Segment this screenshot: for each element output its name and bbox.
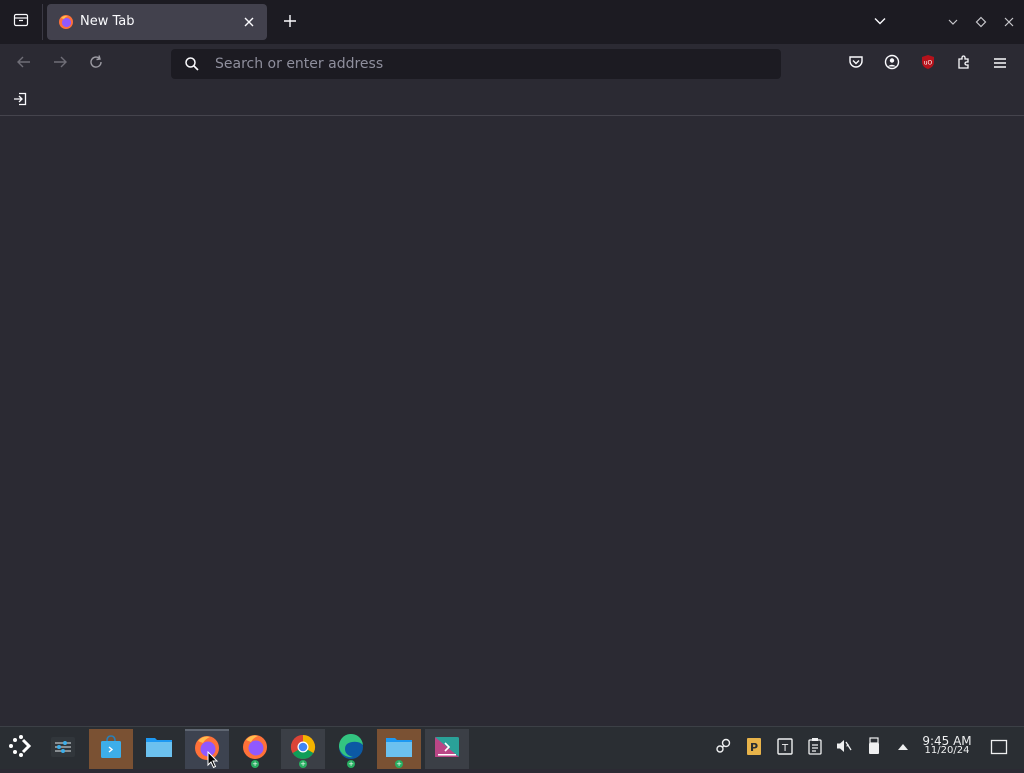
task-microsoft-edge[interactable]: + [329, 729, 373, 769]
task-system-settings[interactable] [41, 729, 85, 769]
application-launcher[interactable] [6, 734, 34, 762]
svg-text:P: P [750, 741, 758, 754]
task-discover[interactable] [89, 729, 133, 769]
tray-clipboard-p-icon[interactable]: P [744, 738, 764, 758]
chevron-up-icon [896, 739, 910, 758]
plus-icon [283, 13, 297, 32]
screenshot-tool-icon [433, 734, 461, 764]
forward-button[interactable] [48, 52, 72, 76]
task-plasma-app[interactable] [425, 729, 469, 769]
clipboard-p-icon: P [745, 736, 763, 760]
app-menu-button[interactable] [989, 53, 1011, 75]
tab-separator [42, 4, 43, 40]
maximize-icon [975, 13, 987, 32]
ublock-origin-button[interactable]: uO [917, 53, 939, 75]
arrow-left-icon [16, 54, 32, 74]
volume-muted-icon [835, 737, 853, 759]
firefox-view-button[interactable] [0, 0, 42, 44]
steam-icon [714, 737, 732, 759]
usb-drive-icon [867, 737, 881, 759]
running-indicator: + [251, 760, 259, 768]
ublock-origin-icon: uO [920, 54, 936, 74]
svg-text:T: T [781, 743, 789, 754]
folder-icon [145, 734, 173, 764]
bookmarks-toolbar [0, 84, 1024, 116]
tray-clipboard[interactable] [805, 738, 825, 758]
import-bookmarks-button[interactable] [10, 90, 30, 110]
navigation-toolbar: uO [0, 44, 1024, 84]
close-window-button[interactable] [999, 12, 1019, 32]
running-indicator: + [347, 760, 355, 768]
task-firefox-active[interactable] [185, 729, 229, 769]
page-content [0, 116, 1024, 726]
task-dolphin-2[interactable]: + [377, 729, 421, 769]
address-bar[interactable] [171, 49, 781, 79]
chevron-down-icon [873, 13, 887, 32]
desktop-icon [990, 739, 1008, 759]
tab-title: New Tab [80, 14, 135, 29]
minimize-button[interactable] [943, 12, 963, 32]
task-firefox[interactable]: + [233, 729, 277, 769]
extensions-button[interactable] [953, 53, 975, 75]
mouse-cursor-icon [207, 750, 219, 773]
tab-close-button[interactable] [239, 12, 259, 32]
tray-expand-button[interactable] [893, 738, 913, 758]
account-button[interactable] [881, 53, 903, 75]
steam-deck-launcher-icon [7, 733, 33, 763]
tray-task-icon[interactable]: T [775, 738, 795, 758]
back-button[interactable] [12, 52, 36, 76]
reload-button[interactable] [84, 52, 108, 76]
url-input[interactable] [215, 49, 755, 79]
list-all-tabs-button[interactable] [869, 11, 891, 33]
firefox-view-icon [13, 12, 29, 32]
digital-clock[interactable]: 9:45 AM 11/20/24 [916, 735, 978, 756]
search-icon [184, 56, 200, 72]
tab-new-tab[interactable]: New Tab [47, 4, 267, 40]
puzzle-icon [956, 54, 972, 74]
close-icon [243, 13, 255, 32]
running-indicator: + [299, 760, 307, 768]
new-tab-button[interactable] [279, 11, 301, 33]
calendar-task-icon: T [776, 736, 794, 760]
sliders-icon [50, 734, 76, 764]
task-dolphin[interactable] [137, 729, 181, 769]
running-indicator: + [395, 760, 403, 768]
maximize-button[interactable] [971, 12, 991, 32]
tab-strip: New Tab [0, 0, 1024, 44]
pocket-icon [848, 54, 864, 74]
pocket-button[interactable] [845, 53, 867, 75]
taskbar: + + + + P T [0, 726, 1024, 769]
close-icon [1003, 13, 1015, 32]
arrow-right-icon [52, 54, 68, 74]
tray-usb-device[interactable] [864, 737, 884, 759]
clipboard-icon [807, 737, 823, 759]
firefox-favicon-icon [58, 14, 74, 30]
minimize-icon [947, 13, 959, 32]
show-desktop-button[interactable] [988, 738, 1010, 760]
hamburger-menu-icon [993, 55, 1007, 74]
clock-date: 11/20/24 [924, 745, 970, 756]
svg-text:uO: uO [924, 60, 933, 67]
reload-icon [88, 54, 104, 74]
task-google-chrome[interactable]: + [281, 729, 325, 769]
sign-in-icon [13, 91, 27, 110]
tray-volume[interactable] [834, 738, 854, 758]
account-icon [884, 54, 900, 74]
store-bag-icon [98, 734, 124, 764]
tray-steam-icon[interactable] [713, 738, 733, 758]
